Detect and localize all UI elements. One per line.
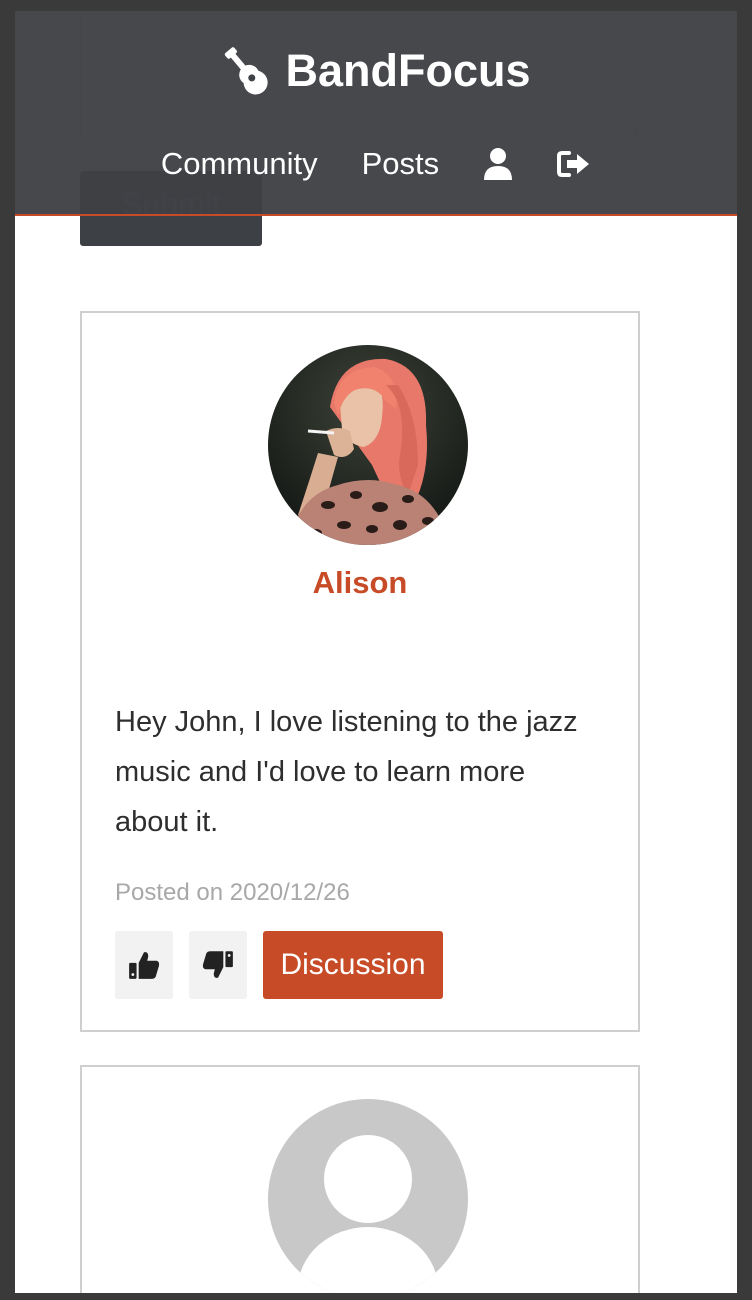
thumbs-down-icon [202, 951, 233, 978]
brand-name: BandFocus [285, 45, 531, 96]
nav-posts[interactable]: Posts [340, 146, 462, 182]
guitar-icon [225, 47, 269, 95]
author-name[interactable]: Alison [82, 565, 638, 601]
default-avatar-icon [298, 1135, 438, 1293]
sign-out-icon [557, 151, 590, 177]
profile-link[interactable] [461, 148, 535, 180]
post-card [80, 1065, 640, 1293]
dislike-button[interactable] [189, 931, 247, 999]
user-icon [484, 148, 513, 180]
brand[interactable]: BandFocus [15, 43, 737, 99]
author-avatar[interactable] [268, 345, 468, 545]
nav-community[interactable]: Community [139, 146, 340, 182]
post-body: Hey John, I love listening to the jazz m… [115, 706, 578, 838]
discussion-button[interactable]: Discussion [263, 931, 443, 999]
like-button[interactable] [115, 931, 173, 999]
post-date: Posted on 2020/12/26 [115, 879, 350, 906]
app-viewport: Submit [15, 11, 737, 1293]
navbar: BandFocus Community Posts [15, 11, 737, 216]
avatar-photo [268, 345, 468, 545]
author-avatar[interactable] [268, 1099, 468, 1293]
post-card: Alison Hey John, I love listening to the… [80, 311, 640, 1032]
thumbs-up-icon [129, 952, 160, 979]
nav-links: Community Posts [15, 141, 737, 187]
logout-link[interactable] [535, 150, 613, 178]
